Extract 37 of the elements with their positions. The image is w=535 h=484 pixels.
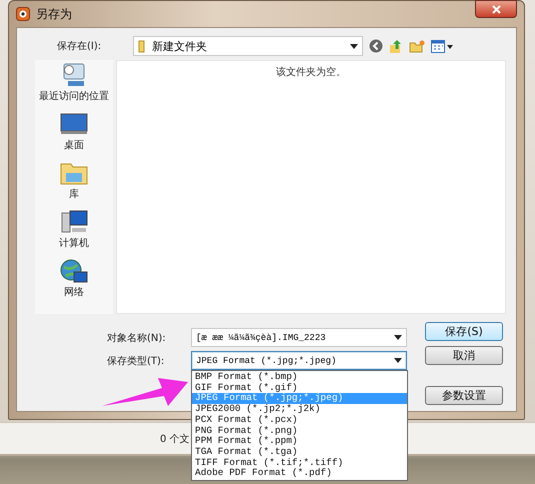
filename-field[interactable]: [æ ææ ¼ã¼ã¾çèà].IMG_2223 (191, 328, 407, 347)
dropdown-caret-icon (394, 335, 402, 340)
desktop-place-icon (58, 111, 90, 137)
sidebar-item[interactable]: 桌面 (58, 111, 90, 152)
file-type-option[interactable]: PNG Format (*.png) (192, 426, 407, 436)
sidebar-item[interactable]: 最近访问的位置 (39, 62, 109, 103)
app-icon (16, 7, 30, 21)
file-type-option[interactable]: TIFF Format (*.tif;*.tiff) (192, 458, 407, 468)
location-label: 保存在(I): (57, 40, 102, 53)
filename-label: 对象名称(N): (107, 332, 167, 344)
view-menu-icon[interactable] (431, 40, 453, 52)
file-type-option[interactable]: TGA Format (*.tga) (192, 446, 407, 458)
back-icon[interactable] (369, 39, 383, 53)
file-type-option[interactable]: GIF Format (*.gif) (192, 382, 407, 394)
dialog-button[interactable]: 取消 (425, 346, 503, 365)
save-button[interactable]: 保存(S) (425, 322, 503, 341)
file-type-option[interactable]: PCX Format (*.pcx) (192, 414, 407, 426)
file-type-dropdown[interactable]: JPEG Format (*.jpg;*.jpeg) (191, 351, 407, 370)
close-icon (492, 4, 500, 14)
file-type-label: 保存类型(T): (107, 354, 166, 368)
network-place-icon (58, 258, 90, 284)
sidebar-item[interactable]: 网络 (58, 258, 90, 299)
sidebar-item[interactable]: 计算机 (58, 209, 90, 250)
file-type-option[interactable]: JPEG2000 (*.jp2;*.j2k) (192, 404, 407, 415)
up-folder-icon[interactable] (389, 38, 403, 54)
file-type-option[interactable]: PPM Format (*.ppm) (192, 436, 407, 447)
file-type-option[interactable]: BMP Format (*.bmp) (192, 372, 407, 383)
dialog-button[interactable]: 参数设置 (425, 386, 503, 405)
window-title: 另存为 (36, 6, 73, 22)
sidebar-item[interactable]: 库 (58, 160, 90, 201)
close-button[interactable] (475, 0, 517, 18)
dropdown-caret-icon (394, 358, 402, 363)
status-text: 0 个文 (160, 432, 190, 446)
location-dropdown[interactable]: 新建文件夹 (133, 36, 363, 56)
file-type-option[interactable]: Adobe PDF Format (*.pdf) (192, 468, 407, 480)
dropdown-caret-icon (350, 44, 358, 48)
empty-folder-message: 该文件夹为空。 (276, 66, 346, 77)
